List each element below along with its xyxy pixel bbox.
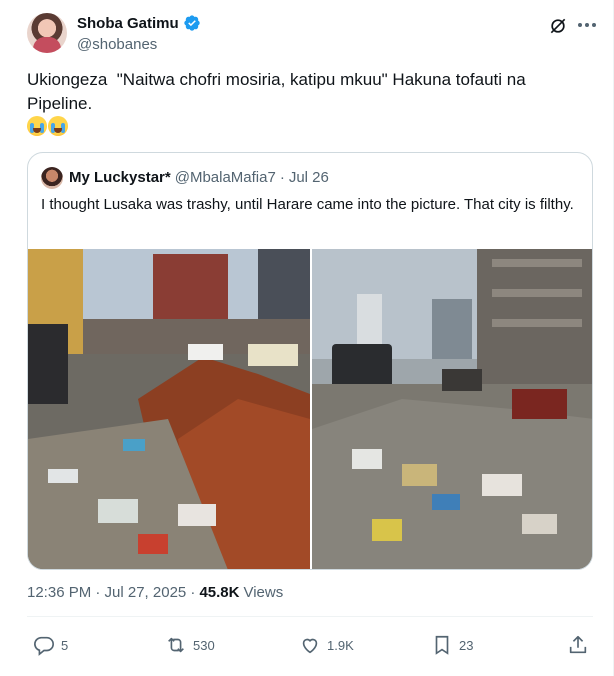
share-icon — [569, 635, 587, 654]
tweet-text: Ukiongeza "Naitwa chofri mosiria, katipu… — [27, 70, 526, 113]
grok-icon[interactable] — [548, 16, 568, 36]
quoted-photo-street-garbage[interactable] — [28, 249, 310, 569]
share-button[interactable] — [567, 630, 589, 660]
divider — [27, 616, 593, 617]
bookmark-button[interactable]: 23 — [431, 630, 473, 660]
tweet-timestamp[interactable]: 12:36 PM · Jul 27, 2025 · — [27, 584, 195, 601]
reply-count: 5 — [61, 637, 69, 653]
quoted-header: My Luckystar* @MbalaMafia7 · Jul 26 — [69, 169, 329, 186]
reply-icon — [34, 636, 54, 656]
verified-badge-icon — [184, 15, 200, 31]
quoted-tweet[interactable]: My Luckystar* @MbalaMafia7 · Jul 26 I th… — [27, 152, 593, 570]
views-label: Views — [243, 584, 284, 601]
quoted-separator: · — [279, 169, 285, 186]
tweet-detail: Shoba Gatimu @shobanes Ukiongeza "Naitwa… — [0, 0, 614, 676]
quoted-handle: @MbalaMafia7 — [174, 169, 276, 186]
more-icon[interactable] — [576, 14, 598, 36]
quoted-photo-garbage-pile[interactable] — [312, 249, 592, 569]
reply-button[interactable]: 5 — [33, 630, 68, 660]
tweet-meta: 12:36 PM · Jul 27, 2025 · 45.8K Views — [27, 584, 283, 601]
quoted-display-name: My Luckystar* — [69, 169, 171, 186]
quoted-date: Jul 26 — [288, 169, 329, 186]
action-bar: 5 530 1.9K 23 — [27, 630, 593, 660]
tweet-emoji-row — [27, 116, 68, 136]
like-button[interactable]: 1.9K — [299, 630, 354, 660]
author-handle[interactable]: @shobanes — [77, 36, 157, 53]
crying-face-emoji — [27, 116, 47, 136]
repost-count: 530 — [193, 637, 215, 653]
repost-button[interactable]: 530 — [165, 630, 215, 660]
author-avatar[interactable] — [27, 13, 67, 53]
bookmark-icon — [435, 635, 449, 655]
quoted-text: I thought Lusaka was trashy, until Harar… — [41, 196, 574, 213]
bookmark-count: 23 — [459, 637, 474, 653]
like-icon — [302, 638, 318, 654]
repost-icon — [168, 637, 184, 653]
views-count: 45.8K — [199, 584, 240, 601]
author-display-name[interactable]: Shoba Gatimu — [77, 15, 179, 32]
like-count: 1.9K — [327, 637, 354, 653]
crying-face-emoji — [48, 116, 68, 136]
quoted-author-avatar — [41, 167, 63, 189]
author-name-row: Shoba Gatimu — [77, 14, 201, 32]
